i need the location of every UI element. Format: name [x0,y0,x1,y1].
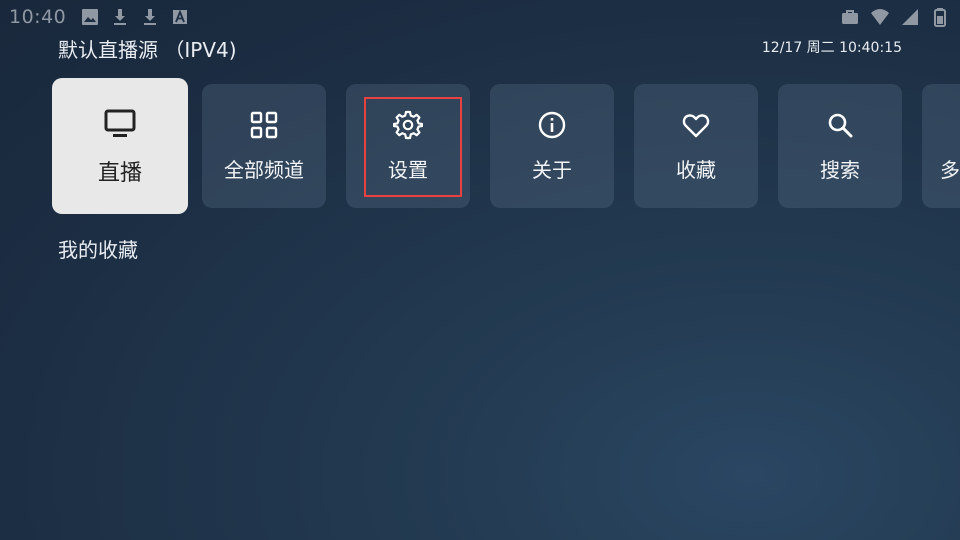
menu-item-label: 关于 [532,157,572,182]
status-icons-right [840,7,950,27]
battery-icon [934,8,946,27]
heart-icon [681,110,711,140]
menu-item-all-channels[interactable]: 全部频道 [202,84,326,208]
briefcase-icon [842,10,858,24]
menu-item-live[interactable]: 直播 [52,78,188,214]
focus-highlight [364,97,462,197]
favorites-section-title: 我的收藏 [58,238,138,262]
status-time: 10:40 [9,6,67,28]
menu-item-label: 搜索 [820,157,860,182]
status-bar: 10:40 [0,0,960,36]
menu-item-label: 全部频道 [224,157,304,182]
info-icon [537,110,567,140]
menu-item-search[interactable]: 搜索 [778,84,902,208]
menu-item-label: 多 [940,157,960,182]
menu-item-about[interactable]: 关于 [490,84,614,208]
clock: 12/17 周二 10:40:15 [761,40,902,56]
image-icon [82,9,98,25]
menu-item-label: 直播 [97,161,142,186]
menu-row: 直播 全部频道 设置 关于 收藏 搜索 多 [52,78,960,218]
download-icon [114,9,126,25]
wifi-icon [871,9,889,25]
signal-icon [902,9,918,25]
download-icon [144,9,156,25]
status-icons-left [80,7,190,27]
grid-icon [249,110,279,140]
menu-item-more[interactable]: 多 [922,84,960,208]
font-icon [173,9,187,24]
menu-item-favorites[interactable]: 收藏 [634,84,758,208]
menu-item-label: 收藏 [676,157,716,182]
tv-icon [102,105,138,141]
search-icon [825,110,855,140]
more-icon [940,110,960,140]
source-title: 默认直播源 （IPV4) [58,38,237,62]
